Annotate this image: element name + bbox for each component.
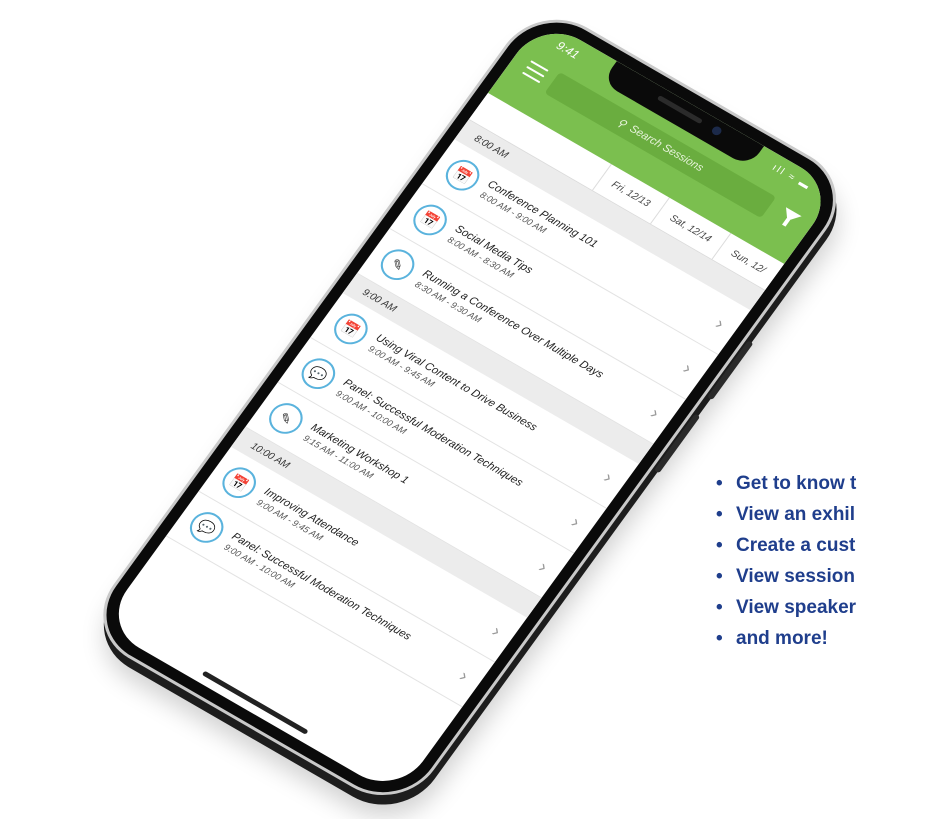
chevron-right-icon: › (567, 512, 585, 532)
search-icon: ⚲ (614, 116, 629, 131)
chevron-right-icon: › (534, 556, 552, 577)
calendar-icon: 📅 (215, 461, 263, 504)
chevron-right-icon: › (488, 621, 506, 641)
phone-mockup: 9:41 ıll ≈ ▬ ⚲ Search Sessions Fri, 12/1… (0, 0, 939, 816)
feature-list: Get to know tView an exhilCreate a custV… (716, 468, 939, 654)
chat-icon: 💬 (295, 352, 342, 395)
chevron-right-icon: › (679, 358, 697, 378)
feature-item: View an exhil (736, 499, 939, 530)
filter-icon[interactable] (779, 207, 802, 226)
chevron-right-icon: › (599, 467, 617, 487)
edit-icon: ✎ (262, 397, 310, 440)
phone-device: 9:41 ıll ≈ ▬ ⚲ Search Sessions Fri, 12/1… (80, 0, 859, 816)
chevron-right-icon: › (455, 665, 473, 686)
calendar-icon: 📅 (439, 154, 486, 197)
status-time: 9:41 (553, 38, 583, 62)
hamburger-menu-icon[interactable] (521, 60, 549, 84)
feature-item: View session (736, 561, 939, 592)
feature-item: and more! (736, 623, 939, 654)
edit-icon: ✎ (374, 243, 421, 286)
chevron-right-icon: › (711, 313, 729, 333)
calendar-icon: 📅 (406, 198, 454, 242)
camera-icon (710, 124, 724, 137)
calendar-icon: 📅 (327, 307, 375, 351)
chevron-right-icon: › (646, 403, 664, 423)
phone-screen: 9:41 ıll ≈ ▬ ⚲ Search Sessions Fri, 12/1… (100, 18, 839, 797)
chat-icon: 💬 (183, 506, 230, 549)
feature-item: Get to know t (736, 468, 939, 499)
feature-item: View speaker (736, 592, 939, 623)
feature-item: Create a cust (736, 530, 939, 561)
